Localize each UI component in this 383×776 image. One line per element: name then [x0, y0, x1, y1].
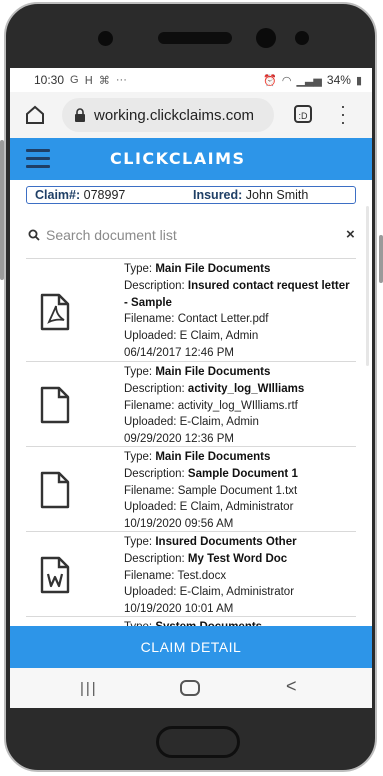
- brand-logo: CLICKCLAIMS: [110, 149, 246, 168]
- doc-description: Description: My Test Word Doc: [124, 552, 288, 565]
- front-camera-icon: [256, 28, 276, 48]
- doc-type: Type: Main File Documents: [124, 451, 271, 463]
- doc-filename: Filename: activity_log_WIlliams.rtf: [124, 399, 298, 412]
- google-icon: G: [70, 74, 79, 86]
- doc-uploaded: Uploaded: E Claim, Admin: [124, 330, 259, 343]
- home-nav-icon[interactable]: [180, 680, 200, 696]
- app-header: CLICKCLAIMS: [10, 138, 372, 180]
- clear-search-icon[interactable]: ×: [346, 226, 355, 243]
- list-item[interactable]: Type: Insured Documents Other Descriptio…: [26, 531, 356, 616]
- search-icon: [28, 229, 40, 241]
- phone-screen: 10:30 G ᕼ ⌘ ··· ⏰ ◠ ▁▃▅ 34% ▮ working.cl…: [10, 68, 372, 708]
- search-bar[interactable]: Search document list ×: [10, 220, 362, 250]
- doc-type: Type: Insured Documents Other: [124, 536, 297, 548]
- status-bar: 10:30 G ᕼ ⌘ ··· ⏰ ◠ ▁▃▅ 34% ▮: [10, 68, 372, 92]
- more-notifications-icon: ···: [115, 74, 127, 86]
- signal-icon: ▁▃▅: [296, 74, 322, 87]
- doc-filename: Filename: Sample Document 1.txt: [124, 484, 298, 497]
- doc-filename: Filename: Test.docx: [124, 569, 227, 582]
- app-icon: ⌘: [98, 74, 110, 87]
- doc-description: Description: activity_log_WIlliams: [124, 382, 305, 395]
- notification-icon: ᕼ: [84, 74, 93, 87]
- wifi-icon: ◠: [281, 74, 292, 87]
- sensor-icon: [98, 31, 113, 46]
- list-item[interactable]: Type: Main File Documents Description: a…: [26, 361, 356, 446]
- doc-type: Type: Main File Documents: [124, 263, 271, 275]
- claim-number-label: Claim#:: [35, 188, 81, 202]
- clock: 10:30: [34, 73, 65, 87]
- doc-description: Description: Insured contact request let…: [124, 279, 350, 309]
- doc-filename: Filename: Contact Letter.pdf: [124, 313, 269, 326]
- doc-description: Description: Sample Document 1: [124, 467, 298, 480]
- list-item[interactable]: Type: Main File Documents Description: I…: [26, 258, 356, 361]
- battery-icon: ▮: [355, 74, 362, 87]
- scrollbar[interactable]: [366, 206, 369, 366]
- doc-uploaded: Uploaded: E-Claim, Admin: [124, 416, 259, 429]
- android-nav-bar: ||| <: [10, 668, 372, 708]
- alarm-icon: ⏰: [263, 74, 277, 87]
- hardware-home-button[interactable]: [156, 726, 240, 758]
- power-button[interactable]: [379, 235, 383, 283]
- hamburger-menu-icon[interactable]: [26, 149, 50, 169]
- claim-info-bar: Claim#: 078997 Insured: John Smith: [26, 186, 356, 204]
- pdf-icon: [40, 293, 70, 331]
- word-icon: [40, 556, 70, 594]
- search-input[interactable]: Search document list: [46, 227, 177, 243]
- file-icon: [40, 386, 70, 424]
- insured-label: Insured:: [193, 188, 243, 202]
- back-icon[interactable]: <: [286, 676, 297, 697]
- claim-detail-button[interactable]: CLAIM DETAIL: [10, 626, 372, 668]
- insured: Insured: John Smith: [193, 188, 308, 202]
- doc-date: 06/14/2017 12:46 PM: [124, 346, 234, 359]
- doc-uploaded: Uploaded: E-Claim, Administrator: [124, 586, 295, 599]
- claim-number: Claim#: 078997: [35, 188, 125, 202]
- insured-value: John Smith: [245, 188, 309, 202]
- doc-type: Type: Main File Documents: [124, 366, 271, 378]
- list-item[interactable]: Type: Main File Documents Description: S…: [26, 446, 356, 531]
- battery-percent: 34%: [326, 73, 351, 87]
- browser-toolbar: working.clickclaims.com :D · · ·: [10, 92, 372, 138]
- sensor-icon: [295, 31, 309, 45]
- browser-menu-icon[interactable]: · · ·: [336, 97, 350, 131]
- lock-icon: [75, 108, 85, 122]
- address-bar[interactable]: working.clickclaims.com: [62, 98, 274, 132]
- recent-apps-icon[interactable]: |||: [80, 680, 98, 697]
- claim-number-value: 078997: [83, 188, 126, 202]
- document-list: Type: Main File Documents Description: I…: [26, 258, 356, 688]
- url-text: working.clickclaims.com: [94, 106, 255, 124]
- volume-button[interactable]: [0, 140, 4, 280]
- speaker-grille: [158, 32, 232, 44]
- home-icon[interactable]: [24, 104, 46, 126]
- file-icon: [40, 471, 70, 509]
- tab-switcher-button[interactable]: :D: [294, 105, 312, 123]
- doc-uploaded: Uploaded: E Claim, Administrator: [124, 501, 294, 514]
